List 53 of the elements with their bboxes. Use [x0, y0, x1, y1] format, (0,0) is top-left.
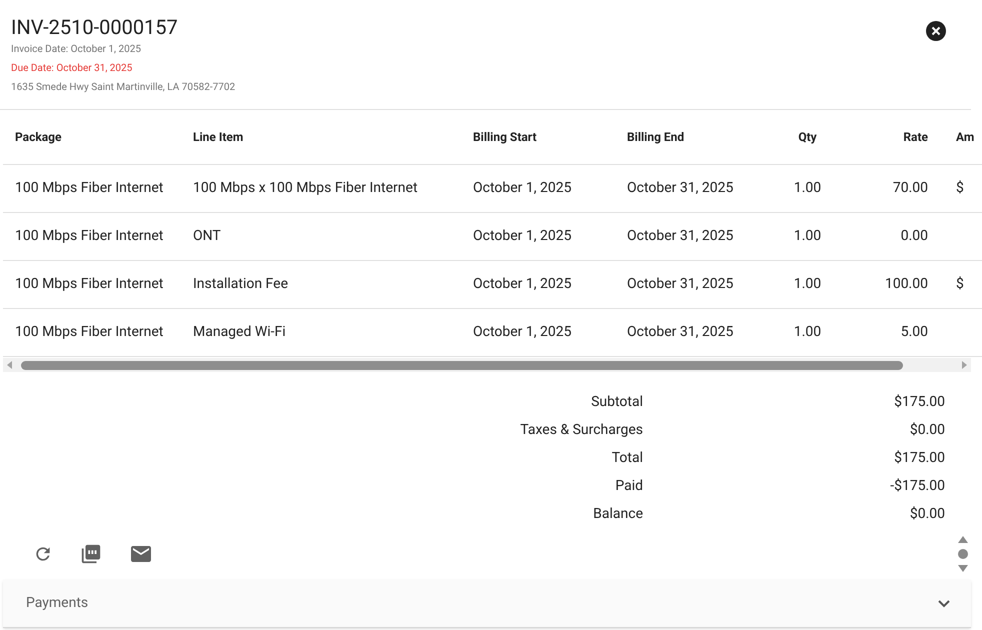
column-header[interactable]: Qty	[798, 130, 817, 144]
table-cell: 1.00	[794, 180, 822, 196]
column-header[interactable]: Rate	[903, 130, 928, 144]
table-cell: October 1, 2025	[473, 228, 572, 244]
table-cell: October 31, 2025	[627, 324, 734, 340]
table-cell: $	[956, 276, 964, 292]
column-header[interactable]: Line Item	[193, 130, 244, 144]
close-icon[interactable]	[926, 21, 946, 41]
invoice-date: Invoice Date: October 1, 2025	[11, 43, 142, 57]
table-cell: October 1, 2025	[473, 276, 572, 292]
total-label: Balance	[593, 506, 643, 522]
table-cell: 100.00	[884, 276, 928, 292]
total-label: Total	[612, 450, 643, 466]
chevron-icon[interactable]	[937, 598, 951, 608]
pdf-icon[interactable]	[80, 543, 102, 565]
column-header[interactable]: Am	[956, 130, 974, 144]
total-value: -$175.00	[890, 478, 945, 494]
payments-panel[interactable]: Payments	[3, 580, 971, 628]
invoice-number: INV-2510-0000157	[11, 14, 179, 40]
due-date: Due Date: October 31, 2025	[11, 62, 134, 76]
total-label: Taxes & Surcharges	[520, 422, 643, 438]
table-cell: ONT	[193, 228, 221, 244]
table-cell: 5.00	[900, 324, 928, 340]
table-cell: October 31, 2025	[627, 276, 734, 292]
total-value: $175.00	[894, 394, 945, 410]
total-value: $0.00	[910, 422, 945, 438]
table-cell: 100 Mbps Fiber Internet	[15, 276, 164, 292]
table-cell: 100 Mbps x 100 Mbps Fiber Internet	[193, 180, 418, 196]
table-cell: Installation Fee	[193, 276, 288, 292]
column-header[interactable]: Package	[15, 130, 62, 144]
table-cell: October 31, 2025	[627, 228, 734, 244]
total-label: Subtotal	[591, 394, 643, 410]
total-value: $0.00	[910, 506, 945, 522]
table-cell: 1.00	[794, 228, 822, 244]
table-cell: 100 Mbps Fiber Internet	[15, 228, 164, 244]
total-label: Paid	[615, 478, 643, 494]
column-header[interactable]: Billing Start	[473, 130, 537, 144]
table-cell: Managed Wi-Fi	[193, 324, 286, 340]
table-cell: 100 Mbps Fiber Internet	[15, 180, 164, 196]
table-cell: October 1, 2025	[473, 180, 572, 196]
column-header[interactable]: Billing End	[627, 130, 684, 144]
table-cell: October 31, 2025	[627, 180, 734, 196]
table-cell: 1.00	[794, 324, 822, 340]
table-cell: 70.00	[892, 180, 928, 196]
table-cell: 0.00	[900, 228, 928, 244]
table-cell: $	[956, 180, 964, 196]
total-value: $175.00	[894, 450, 945, 466]
table-cell: 1.00	[794, 276, 822, 292]
table-cell: 100 Mbps Fiber Internet	[15, 324, 164, 340]
payments-title: Payments	[26, 594, 88, 613]
table-cell: October 1, 2025	[473, 324, 572, 340]
scroll-handle-icon[interactable]	[957, 535, 969, 573]
address: 1635 Smede Hwy Saint Martinville, LA 70582-7702	[11, 81, 236, 95]
